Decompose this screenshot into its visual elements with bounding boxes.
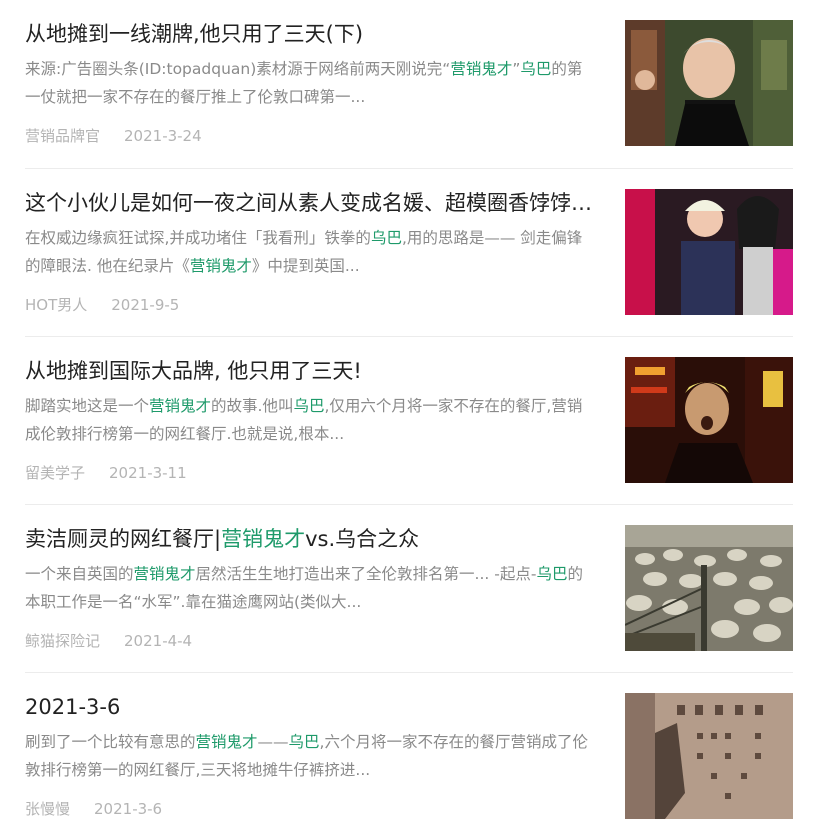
keyword-highlight: 乌巴 — [293, 397, 325, 415]
title-text[interactable]: 2021-3-6 — [25, 695, 120, 719]
snippet-text: 》中提到英国... — [251, 257, 360, 275]
list-item[interactable]: 从地摊到一线潮牌,他只用了三天(下) 来源:广告圈头条(ID:topadquan… — [25, 0, 793, 168]
article-title[interactable]: 从地摊到一线潮牌,他只用了三天(下) — [25, 18, 605, 50]
snippet-text: —— — [257, 733, 289, 751]
list-item[interactable]: 2021-3-6 刷到了一个比较有意思的营销鬼才——乌巴,六个月将一家不存在的餐… — [25, 672, 793, 840]
list-item[interactable]: 卖洁厕灵的网红餐厅|营销鬼才vs.乌合之众 一个来自英国的营销鬼才居然活生生地打… — [25, 504, 793, 672]
author-name[interactable]: 鲸猫探险记 — [25, 632, 100, 650]
snippet-text: 来源:广告圈头条(ID:topadquan)素材源于网络前两天刚说完“ — [25, 60, 451, 78]
snippet-text: 在权威边缘疯狂试探,并成功堵住「我看刑」铁拳的 — [25, 229, 371, 247]
snippet-text: 脚踏实地这是一个 — [25, 397, 150, 415]
article-title[interactable]: 卖洁厕灵的网红餐厅|营销鬼才vs.乌合之众 — [25, 523, 605, 555]
publish-date: 2021-9-5 — [111, 296, 180, 314]
keyword-highlight: 营销鬼才 — [450, 60, 513, 78]
publish-date: 2021-3-11 — [109, 464, 187, 482]
list-item[interactable]: 从地摊到国际大品牌, 他只用了三天! 脚踏实地这是一个营销鬼才的故事.他叫乌巴,… — [25, 336, 793, 504]
title-text[interactable]: 从地摊到国际大品牌, 他只用了三天! — [25, 359, 362, 383]
snippet-text: 刷到了一个比较有意思的 — [25, 733, 196, 751]
title-text[interactable]: vs.乌合之众 — [305, 527, 419, 551]
night-street-photo-icon[interactable] — [625, 357, 793, 483]
keyword-highlight: 乌巴 — [370, 229, 402, 247]
keyword-highlight: 营销鬼才 — [133, 565, 196, 583]
title-text[interactable]: 这个小伙儿是如何一夜之间从素人变成名媛、超模圈香饽饽的？ — [25, 191, 605, 215]
title-text[interactable]: 卖洁厕灵的网红餐厅| — [25, 527, 221, 551]
stone-stele-photo-icon[interactable] — [625, 693, 793, 819]
snippet-text: 的故事.他叫 — [211, 397, 294, 415]
article-list: 从地摊到一线潮牌,他只用了三天(下) 来源:广告圈头条(ID:topadquan… — [25, 0, 793, 840]
keyword-highlight: 乌巴 — [520, 60, 552, 78]
article-snippet: 刷到了一个比较有意思的营销鬼才——乌巴,六个月将一家不存在的餐厅营销成了伦敦排行… — [25, 728, 597, 784]
snippet-text: 一个来自英国的 — [25, 565, 134, 583]
author-name[interactable]: 营销品牌官 — [25, 127, 100, 145]
article-title[interactable]: 2021-3-6 — [25, 691, 605, 723]
article-snippet: 一个来自英国的营销鬼才居然活生生地打造出来了全伦敦排名第一... -起点-乌巴的… — [25, 560, 597, 616]
sheep-flock-photo-icon[interactable] — [625, 525, 793, 651]
snippet-text: 居然活生生地打造出来了全伦敦排名第一... -起点- — [195, 565, 537, 583]
fashion-photo-icon[interactable] — [625, 189, 793, 315]
article-meta: 留美学子 2021-3-11 — [25, 461, 187, 485]
publish-date: 2021-3-24 — [124, 127, 202, 145]
keyword-highlight: 乌巴 — [536, 565, 568, 583]
keyword-highlight: 营销鬼才 — [189, 257, 252, 275]
article-title[interactable]: 这个小伙儿是如何一夜之间从素人变成名媛、超模圈香饽饽的？ — [25, 187, 605, 219]
keyword-highlight: 营销鬼才 — [149, 397, 212, 415]
portrait-photo-icon[interactable] — [625, 20, 793, 146]
list-item[interactable]: 这个小伙儿是如何一夜之间从素人变成名媛、超模圈香饽饽的？ 在权威边缘疯狂试探,并… — [25, 168, 793, 336]
keyword-highlight: 营销鬼才 — [195, 733, 258, 751]
article-snippet: 脚踏实地这是一个营销鬼才的故事.他叫乌巴,仅用六个月将一家不存在的餐厅,营销成伦… — [25, 392, 597, 448]
publish-date: 2021-3-6 — [94, 800, 163, 818]
author-name[interactable]: 留美学子 — [25, 464, 85, 482]
article-snippet: 来源:广告圈头条(ID:topadquan)素材源于网络前两天刚说完“营销鬼才”… — [25, 55, 597, 111]
article-snippet: 在权威边缘疯狂试探,并成功堵住「我看刑」铁拳的乌巴,用的思路是—— 剑走偏锋的障… — [25, 224, 597, 280]
article-meta: 营销品牌官 2021-3-24 — [25, 124, 202, 148]
article-meta: HOT男人 2021-9-5 — [25, 293, 179, 317]
author-name[interactable]: HOT男人 — [25, 296, 87, 314]
title-keyword-highlight[interactable]: 营销鬼才 — [221, 527, 305, 551]
article-meta: 张慢慢 2021-3-6 — [25, 797, 162, 821]
keyword-highlight: 乌巴 — [288, 733, 320, 751]
title-text[interactable]: 从地摊到一线潮牌,他只用了三天(下) — [25, 22, 363, 46]
author-name[interactable]: 张慢慢 — [25, 800, 70, 818]
article-meta: 鲸猫探险记 2021-4-4 — [25, 629, 192, 653]
publish-date: 2021-4-4 — [124, 632, 193, 650]
article-title[interactable]: 从地摊到国际大品牌, 他只用了三天! — [25, 355, 605, 387]
